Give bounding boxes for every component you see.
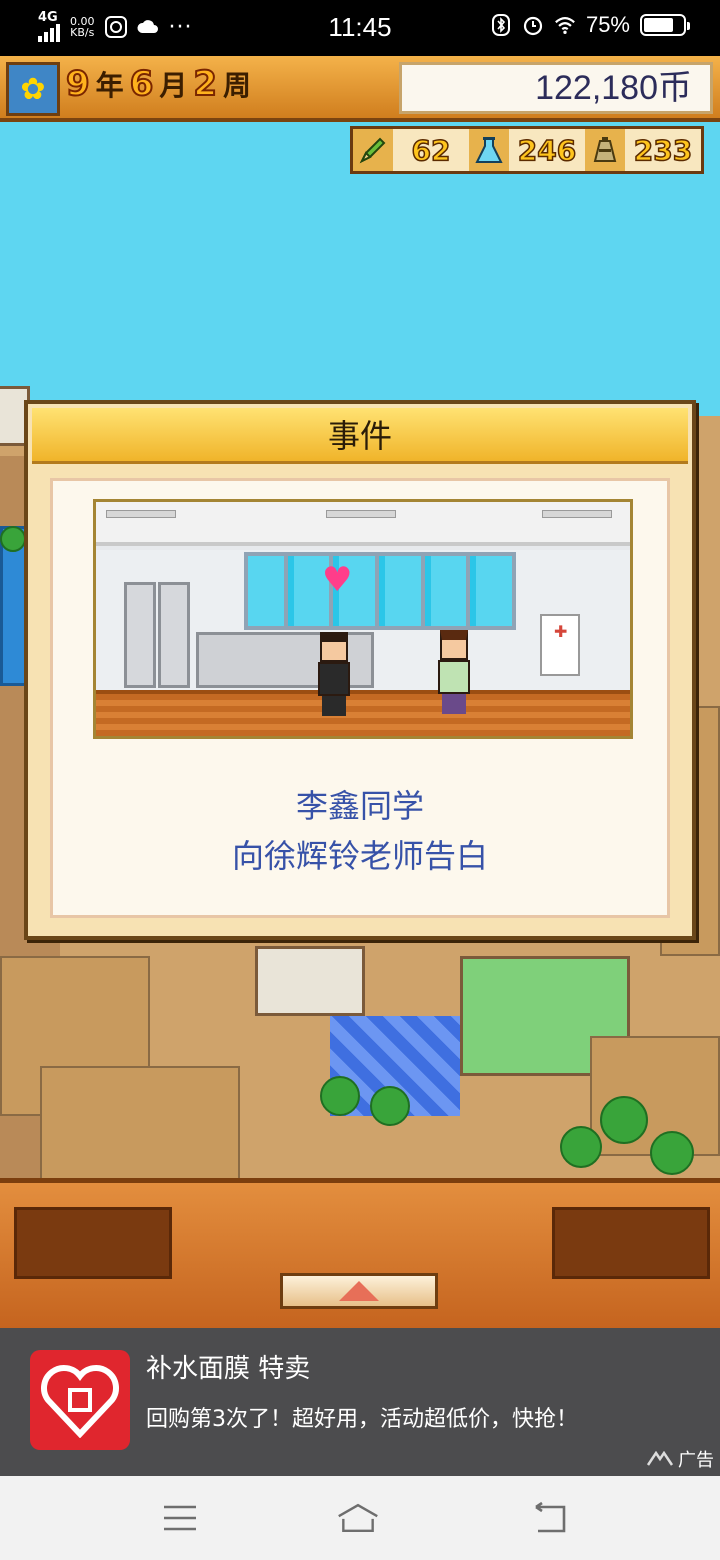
year-unit: 年 xyxy=(95,69,124,102)
first-aid-cabinet: ✚ xyxy=(540,614,580,676)
event-dialog[interactable]: 事件 ✚ ♥ 李鑫同学 向徐辉铃老师告白 xyxy=(24,400,696,940)
month-number: 6 xyxy=(129,63,155,105)
ceiling-light xyxy=(542,510,612,518)
wifi-icon xyxy=(555,17,575,34)
expand-menu-button[interactable] xyxy=(280,1273,438,1309)
tree xyxy=(560,1126,602,1168)
left-slot-button[interactable] xyxy=(14,1207,172,1279)
tree xyxy=(650,1131,694,1175)
event-line-2: 向徐辉铃老师告白 xyxy=(231,837,488,875)
weight-icon xyxy=(585,129,625,171)
money-display: 122,180币 xyxy=(399,62,713,114)
strength-points: 233 xyxy=(625,129,701,171)
bottom-panel xyxy=(0,1178,720,1328)
game-date: 9 年 6 月 2 周 xyxy=(65,63,252,114)
ceiling-light xyxy=(106,510,176,518)
year-number: 9 xyxy=(65,63,91,105)
battery-icon xyxy=(640,14,690,36)
dialog-title: 事件 xyxy=(32,408,688,464)
locker xyxy=(158,582,190,688)
ad-body[interactable]: 回购第3次了！超好用，活动超低价，快抢！ xyxy=(146,1404,586,1450)
tree xyxy=(600,1096,648,1144)
teacher-character xyxy=(434,630,474,714)
home-icon xyxy=(338,1503,378,1533)
locker xyxy=(124,582,156,688)
battery-percent: 75% xyxy=(585,12,630,37)
student-character xyxy=(314,632,354,716)
back-button[interactable] xyxy=(528,1498,572,1538)
resource-bar: 62 246 233 xyxy=(350,126,704,174)
system-nav-bar xyxy=(0,1476,720,1560)
battery-fill xyxy=(644,18,673,32)
week-number: 2 xyxy=(192,63,218,105)
heart-icon: ♥ xyxy=(322,560,353,600)
knowledge-points: 62 xyxy=(393,129,469,171)
pencil-icon xyxy=(353,129,393,171)
week-unit: 周 xyxy=(223,69,252,102)
event-line-1: 李鑫同学 xyxy=(295,787,424,825)
flask-icon xyxy=(469,129,509,171)
menu-button[interactable] xyxy=(158,1498,202,1538)
ceiling-light xyxy=(326,510,396,518)
event-illustration: ✚ ♥ xyxy=(93,499,633,739)
window xyxy=(244,552,516,630)
home-button[interactable] xyxy=(336,1498,380,1538)
tree xyxy=(320,1076,360,1116)
shopping-app-logo-icon[interactable] xyxy=(30,1350,130,1450)
month-unit: 月 xyxy=(159,69,188,102)
dialog-content: ✚ ♥ 李鑫同学 向徐辉铃老师告白 xyxy=(50,478,670,918)
ad-label: 广告 xyxy=(646,1446,714,1472)
ad-network-icon xyxy=(646,1451,674,1466)
alarm-icon xyxy=(523,16,543,36)
research-points: 246 xyxy=(509,129,585,171)
ad-banner[interactable]: 补水面膜 特卖 回购第3次了！超好用，活动超低价，快抢！ 广告 xyxy=(0,1328,720,1476)
sunflower-icon[interactable]: ✿ xyxy=(6,62,60,116)
menu-icon xyxy=(164,1505,196,1531)
right-slot-button[interactable] xyxy=(552,1207,710,1279)
back-icon xyxy=(535,1501,566,1533)
bluetooth-icon xyxy=(491,14,510,36)
staff-room[interactable] xyxy=(255,946,365,1016)
arrow-up-icon xyxy=(339,1281,379,1301)
status-right: 75% xyxy=(490,12,690,38)
top-hud: ✿ 9 年 6 月 2 周 122,180币 xyxy=(0,56,720,122)
tree xyxy=(370,1086,410,1126)
ad-tag-text: 广告 xyxy=(678,1450,714,1471)
status-bar: 4G 0.00 KB/s ··· 11:45 75% xyxy=(0,0,720,56)
ceiling xyxy=(96,502,630,546)
ad-title[interactable]: 补水面膜 特卖 xyxy=(146,1348,310,1385)
tree xyxy=(0,526,26,552)
wooden-floor xyxy=(96,690,630,736)
